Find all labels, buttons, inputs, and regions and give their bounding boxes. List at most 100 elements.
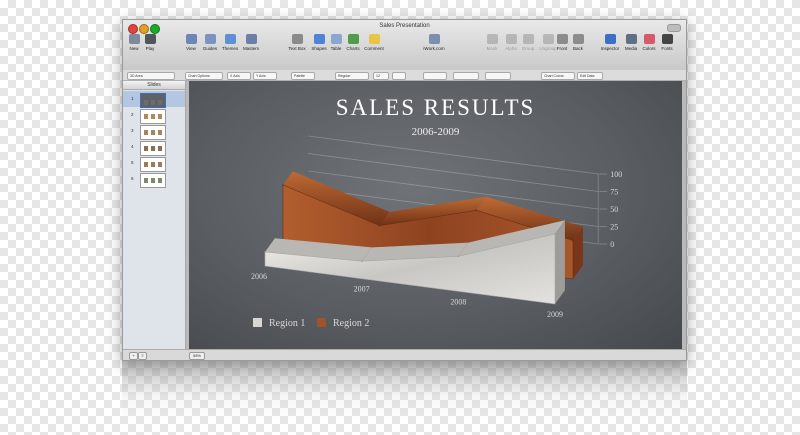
view-button[interactable]: View [183,34,199,58]
data-point-2-2009 [572,240,574,242]
slide-number: 2 [131,112,134,117]
text-box-button[interactable]: Text Box [287,34,307,58]
toolbar-toggle-button[interactable] [667,24,681,32]
data-point-1-2006 [264,251,266,253]
alpha-icon [506,34,517,44]
opacity-slider[interactable] [453,72,479,80]
comment-label: Comment [363,46,385,51]
mask-button[interactable]: Mask [485,34,499,58]
fonts-icon [662,34,673,44]
edit-data-button[interactable]: Edit Data [577,72,603,80]
slide-thumbnail[interactable] [140,157,166,172]
slide-thumbnail[interactable] [140,141,166,156]
text-box-label: Text Box [287,46,307,51]
fonts-button[interactable]: Fonts [661,34,673,58]
alpha-button[interactable]: Alpha [503,34,519,58]
table-label: Table [329,46,343,51]
palette-button[interactable]: Palette [291,72,315,80]
chart-options-select[interactable]: Chart Options [185,72,223,80]
slide-navigator: Slides 123456 [123,81,186,349]
slide-number: 5 [131,160,134,165]
x-axis-select[interactable]: X Axis [227,72,251,80]
slide-thumbnail-row[interactable]: 1 [123,91,185,107]
slide-thumbnail-row[interactable]: 6 [123,171,185,187]
slide-thumbnail-row[interactable]: 3 [123,123,185,139]
format-bar: 3D Area Chart Options X Axis Y Axis Pale… [123,70,686,81]
add-slide-button[interactable]: + [129,352,138,360]
play-button[interactable]: Play [143,34,157,58]
group-label: Group [521,46,535,51]
guides-button[interactable]: Guides [201,34,219,58]
y-tick-label: 0 [610,240,614,249]
group-button[interactable]: Group [521,34,535,58]
slide-thumbnail-row[interactable]: 4 [123,139,185,155]
legend-item-region-1: Region 1 [253,318,305,329]
chart-type-select[interactable]: 3D Area [127,72,175,80]
x-tick-label: 2007 [354,285,370,294]
slide-thumbnail[interactable] [140,109,166,124]
front-button[interactable]: Front [555,34,569,58]
zoom-select[interactable]: 58% [189,352,205,360]
thumbnail-graphic [144,178,148,183]
colors-label: Colors [641,46,657,51]
y-axis-select[interactable]: Y Axis [253,72,277,80]
legend-item-region-2: Region 2 [317,318,369,329]
colors-button[interactable]: Colors [641,34,657,58]
slide-number: 6 [131,176,134,181]
bold-button[interactable] [392,72,406,80]
slide-thumbnail-row[interactable]: 5 [123,155,185,171]
slide-thumbnail[interactable] [140,173,166,188]
themes-button[interactable]: Themes [221,34,239,58]
data-point-1-2007 [361,260,363,262]
back-label: Back [571,46,585,51]
slide-number: 4 [131,144,134,149]
area-chart-3d[interactable]: 02550751002006200720082009 [189,81,682,349]
thumbnail-graphic [151,100,155,105]
ungroup-icon [543,34,554,44]
inspector-icon [605,34,616,44]
colors-icon [644,34,655,44]
masters-button[interactable]: Masters [241,34,261,58]
thumbnail-graphic [144,130,148,135]
y-tick-label: 50 [610,205,618,214]
shadow-select[interactable] [485,72,511,80]
y-tick-label: 100 [610,170,622,179]
inspector-button[interactable]: Inspector [599,34,621,58]
media-button[interactable]: Media [623,34,639,58]
mask-label: Mask [485,46,499,51]
iwork-button[interactable]: iWork.com [421,34,447,58]
gridline [308,136,598,174]
back-button[interactable]: Back [571,34,585,58]
comment-button[interactable]: Comment [363,34,385,58]
stroke-select[interactable] [423,72,447,80]
slide-thumbnail-row[interactable]: 2 [123,107,185,123]
play-icon [145,34,156,44]
chart-colors-button[interactable]: Chart Colors [541,72,575,80]
data-point-1-2008 [458,256,460,258]
slide-thumbnail[interactable] [140,125,166,140]
masters-label: Masters [241,46,261,51]
font-style-select[interactable]: Regular [335,72,369,80]
media-icon [626,34,637,44]
charts-button[interactable]: Charts [345,34,361,58]
title-toolbar-area: Sales Presentation NewPlayViewGuidesThem… [123,20,686,71]
view-options-button[interactable]: ≡ [138,352,147,360]
thumbnail-graphic [151,178,155,183]
new-button[interactable]: New [127,34,141,58]
x-tick-label: 2008 [450,297,466,306]
media-label: Media [623,46,639,51]
shapes-button[interactable]: Shapes [309,34,329,58]
font-size-select[interactable]: 12 [373,72,389,80]
slide[interactable]: SALES RESULTS 2006-2009 0255075100200620… [189,81,682,349]
slide-number: 3 [131,128,134,133]
masters-icon [246,34,257,44]
x-tick-label: 2006 [251,272,267,281]
charts-icon [348,34,359,44]
slide-thumbnail[interactable] [140,93,166,108]
table-button[interactable]: Table [329,34,343,58]
legend-label-region-1: Region 1 [269,318,305,329]
y-tick-label: 75 [610,188,618,197]
thumbnail-graphic [151,114,155,119]
text-box-icon [292,34,303,44]
data-point-2-2008 [476,210,478,212]
